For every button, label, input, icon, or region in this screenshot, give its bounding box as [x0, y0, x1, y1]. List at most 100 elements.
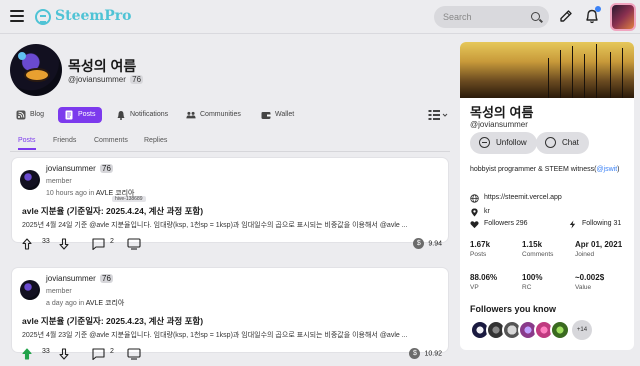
steempro-logo-icon[interactable]: [35, 9, 51, 25]
post-title[interactable]: avle 지분율 (기준일자: 2025.4.24, 계산 과정 포함): [22, 205, 203, 217]
tab-wallet-label: Wallet: [275, 111, 295, 118]
payout-value: 10.92: [424, 350, 442, 358]
subtab-posts[interactable]: Posts: [18, 137, 36, 150]
tab-blog[interactable]: Blog: [10, 107, 50, 123]
upvote-icon[interactable]: [22, 238, 32, 250]
search-input[interactable]: Search: [434, 6, 549, 28]
stat-joined: Apr 01, 2021 Joined: [575, 240, 622, 258]
comment-icon[interactable]: [92, 238, 105, 250]
menu-icon[interactable]: [10, 10, 24, 23]
stat-vp-label: VP: [470, 284, 479, 291]
search-icon[interactable]: [531, 12, 540, 21]
stat-posts: 1.67k Posts: [470, 240, 490, 258]
subtab-comments[interactable]: Comments: [94, 137, 128, 148]
tab-blog-label: Blog: [30, 111, 45, 118]
stat-value-label: Value: [575, 284, 592, 291]
unfollow-button[interactable]: Unfollow: [470, 132, 537, 154]
upvote-icon[interactable]: [22, 348, 32, 360]
sidebar-profile-name: 목성의 여름: [470, 105, 534, 120]
tab-communities-label: Communities: [200, 111, 241, 118]
bio-witness-link[interactable]: @jswit: [596, 166, 617, 173]
bolt-icon: [569, 220, 576, 229]
payout-value: 9.94: [428, 240, 442, 248]
globe-icon: [470, 194, 479, 203]
wallet-icon: [261, 112, 271, 119]
stat-comments-label: Comments: [522, 251, 554, 258]
website-link[interactable]: https://steemit.vercel.app: [484, 194, 562, 201]
stat-rc-value: 100%: [522, 273, 543, 282]
heart-icon: [470, 221, 479, 229]
steem-coin-icon: $: [409, 348, 421, 359]
tab-posts[interactable]: Posts: [58, 107, 102, 123]
followers-you-know-heading: Followers you know: [470, 304, 557, 314]
stat-value: ~0.002$ Value: [575, 273, 604, 291]
tab-communities[interactable]: Communities: [180, 107, 247, 123]
vote-count: 33: [42, 348, 50, 355]
profile-avatar: [10, 44, 62, 96]
post-author[interactable]: joviansummer 76: [46, 274, 113, 283]
layout-toggle-icon[interactable]: [428, 109, 448, 121]
stat-comments-value: 1.15k: [522, 240, 543, 249]
tab-notifications[interactable]: Notifications: [110, 107, 174, 123]
subtab-replies[interactable]: Replies: [144, 137, 167, 148]
subtab-friends[interactable]: Friends: [53, 137, 76, 148]
steem-coin-icon: $: [413, 238, 425, 249]
stat-posts-value: 1.67k: [470, 240, 491, 249]
post-footer: 33 2 $9.94: [22, 238, 446, 252]
location-pin-icon: [471, 208, 478, 217]
profile-sidebar: 목성의 여름 @joviansummer Unfollow Chat hobby…: [460, 42, 634, 350]
post-card[interactable]: joviansummer 76 member a day ago in AVLE…: [12, 268, 448, 360]
post-card[interactable]: joviansummer 76 member 10 hours ago in A…: [12, 158, 448, 250]
post-community-link[interactable]: AVLE 코리아: [86, 300, 125, 307]
followers-count[interactable]: Followers 296: [484, 220, 528, 227]
post-author-role: member: [46, 288, 72, 295]
downvote-icon[interactable]: [59, 348, 69, 360]
following-count[interactable]: Following 31: [582, 220, 621, 227]
resteem-icon[interactable]: [127, 238, 141, 250]
resteem-icon[interactable]: [127, 348, 141, 360]
chat-button[interactable]: Chat: [536, 132, 589, 154]
tab-posts-label: Posts: [78, 111, 96, 118]
post-author[interactable]: joviansummer 76: [46, 164, 113, 173]
stat-rc: 100% RC: [522, 273, 542, 291]
tab-wallet[interactable]: Wallet: [255, 107, 300, 123]
follower-avatar[interactable]: [550, 320, 570, 340]
post-icon: [65, 110, 73, 120]
post-author-avatar[interactable]: [20, 170, 40, 190]
post-title[interactable]: avle 지분율 (기준일자: 2025.4.23, 계산 과정 포함): [22, 315, 203, 327]
post-author-name[interactable]: joviansummer: [46, 274, 96, 283]
bio-text-suffix: ): [617, 166, 620, 173]
app-logo-text[interactable]: SteemPro: [55, 8, 131, 24]
post-excerpt[interactable]: 2025년 4월 23일 기준 @avle 지분율입니다. 임대량(ksp, 1…: [22, 330, 442, 340]
stat-comments: 1.15k Comments: [522, 240, 553, 258]
more-followers-badge[interactable]: +14: [572, 320, 592, 340]
stat-value-value: ~0.002$: [575, 273, 605, 282]
reputation-badge: 76: [130, 75, 144, 84]
post-payout[interactable]: $10.92: [409, 348, 442, 359]
post-excerpt[interactable]: 2025년 4월 24일 기준 @avle 지분율입니다. 임대량(ksp, 1…: [22, 220, 442, 230]
profile-handle: @joviansummer 76: [68, 75, 144, 84]
post-time-text: a day ago in: [46, 300, 85, 307]
post-time-text: 10 hours ago in: [46, 190, 95, 197]
pen-icon[interactable]: [558, 8, 574, 24]
stat-rc-label: RC: [522, 284, 532, 291]
post-payout[interactable]: $9.94: [413, 238, 442, 249]
search-placeholder: Search: [443, 12, 472, 22]
minus-circle-icon: [479, 137, 490, 148]
stat-vp-value: 88.06%: [470, 273, 498, 282]
comment-icon[interactable]: [92, 348, 105, 360]
following-row[interactable]: Following 31: [568, 220, 621, 229]
user-avatar[interactable]: [610, 3, 636, 31]
profile-subtabs: Posts Friends Comments Replies: [10, 136, 450, 152]
website-row[interactable]: https://steemit.vercel.app: [470, 194, 562, 203]
profile-bio: hobbyist programmer & STEEM witness(@jsw…: [470, 164, 626, 175]
rss-icon: [16, 110, 26, 120]
followers-row[interactable]: Followers 296: [470, 220, 528, 229]
notification-dot: [595, 6, 601, 12]
downvote-icon[interactable]: [59, 238, 69, 250]
post-author-name[interactable]: joviansummer: [46, 164, 96, 173]
post-author-role: member: [46, 178, 72, 185]
post-author-avatar[interactable]: [20, 280, 40, 300]
stat-posts-label: Posts: [470, 251, 487, 258]
profile-name: 목성의 여름: [68, 58, 137, 74]
